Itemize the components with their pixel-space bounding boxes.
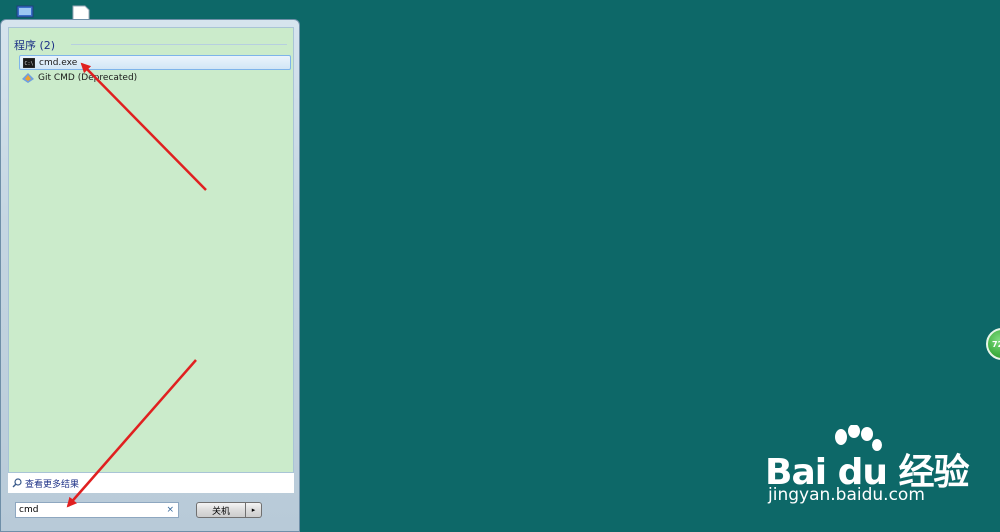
result-label: cmd.exe (39, 57, 78, 68)
result-item-git-cmd[interactable]: Git CMD (Deprecated) (19, 70, 291, 85)
see-more-results-link[interactable]: 查看更多结果 (8, 473, 294, 493)
shutdown-group: 关机 ▸ (196, 502, 262, 518)
computer-desktop-icon[interactable] (14, 4, 36, 20)
search-results-pane: 程序 (2) C:\ cmd.exe Git CMD (Deprecated) (8, 27, 294, 473)
see-more-label: 查看更多结果 (25, 479, 80, 490)
shutdown-options-arrow-icon[interactable]: ▸ (246, 502, 262, 518)
result-item-cmd[interactable]: C:\ cmd.exe (19, 55, 291, 70)
results-group-header: 程序 (2) (14, 39, 56, 52)
group-divider (71, 44, 287, 45)
shutdown-button[interactable]: 关机 (196, 502, 246, 518)
git-icon (22, 72, 34, 83)
badge-text: 72 (992, 339, 1000, 349)
magnifier-icon (12, 478, 22, 488)
result-label: Git CMD (Deprecated) (38, 72, 138, 83)
document-desktop-icon[interactable] (70, 4, 92, 21)
search-input[interactable] (16, 505, 162, 515)
baidu-jingyan-watermark: Bai du 经验 jingyan.baidu.com (765, 425, 995, 515)
clear-search-icon[interactable]: × (166, 505, 174, 515)
svg-text:C:\: C:\ (25, 61, 34, 67)
watermark-url: jingyan.baidu.com (768, 485, 925, 505)
floating-badge[interactable]: 72 (986, 328, 1000, 360)
start-menu: 程序 (2) C:\ cmd.exe Git CMD (Deprecated) … (0, 19, 300, 532)
search-box[interactable]: × (15, 502, 179, 518)
cmd-icon: C:\ (23, 57, 35, 68)
